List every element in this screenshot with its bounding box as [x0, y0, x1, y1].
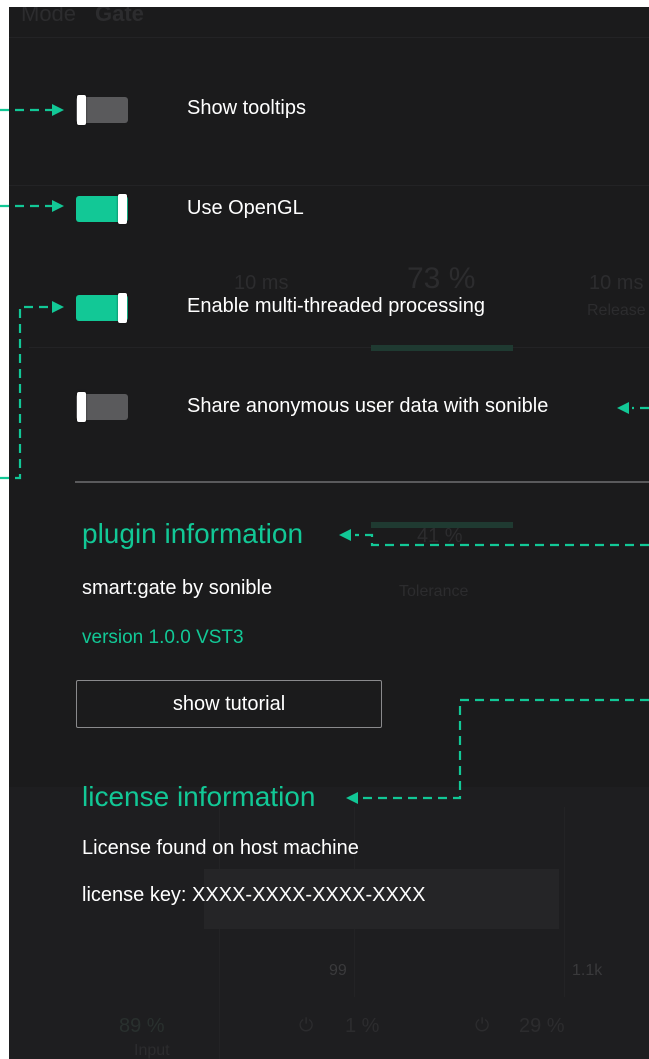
mode-value: Gate: [95, 7, 144, 26]
license-info-heading: license information: [82, 781, 316, 812]
ghost-divider: [29, 347, 649, 348]
ghost-divider: [9, 185, 649, 186]
attack-value: 10 ms: [234, 272, 289, 294]
share-data-toggle[interactable]: [76, 392, 128, 422]
toggle-knob: [118, 293, 127, 323]
power-icon: ⏻: [475, 1015, 490, 1035]
toggle-knob: [77, 95, 86, 125]
release-value: 10 ms: [589, 272, 644, 294]
mode-label: Mode: [21, 7, 77, 26]
license-status: License found on host machine: [82, 837, 359, 859]
freq-low: 99: [329, 962, 347, 979]
multithread-label: Enable multi-threaded processing: [187, 295, 485, 317]
show-tutorial-button[interactable]: show tutorial: [76, 680, 382, 728]
input-value: 89 %: [119, 1015, 165, 1037]
tolerance-label: Tolerance: [399, 583, 469, 600]
threshold-slider: [371, 345, 513, 351]
threshold-value: 73 %: [407, 262, 476, 295]
tooltips-label: Show tooltips: [187, 97, 306, 119]
power-icon: ⏻: [299, 1015, 314, 1035]
license-key: license key: XXXX-XXXX-XXXX-XXXX: [82, 884, 426, 906]
plugin-info-heading: plugin information: [82, 518, 304, 549]
knob-value: 1 %: [345, 1015, 380, 1037]
input-label: Input: [134, 1042, 170, 1059]
version-text: version 1.0.0 VST3: [82, 627, 244, 648]
product-name: smart:gate by sonible: [82, 577, 273, 599]
release-label: Release: [587, 302, 646, 319]
ghost-divider: [564, 807, 565, 997]
opengl-toggle[interactable]: [76, 194, 128, 224]
ghost-divider: [9, 37, 649, 38]
share-data-label: Share anonymous user data with sonible: [187, 395, 549, 417]
opengl-label: Use OpenGL: [187, 197, 304, 219]
freq-high: 1.1k: [572, 962, 603, 979]
knob-value: 29 %: [519, 1015, 565, 1037]
toggle-knob: [77, 392, 86, 422]
tolerance-value: 41 %: [417, 525, 463, 547]
section-divider: [75, 481, 649, 483]
multithread-toggle[interactable]: [76, 293, 128, 323]
toggle-knob: [118, 194, 127, 224]
settings-panel: Mode Gate 10 ms 73 % 10 ms Release 41 % …: [9, 7, 649, 1059]
tooltips-toggle[interactable]: [76, 95, 128, 125]
